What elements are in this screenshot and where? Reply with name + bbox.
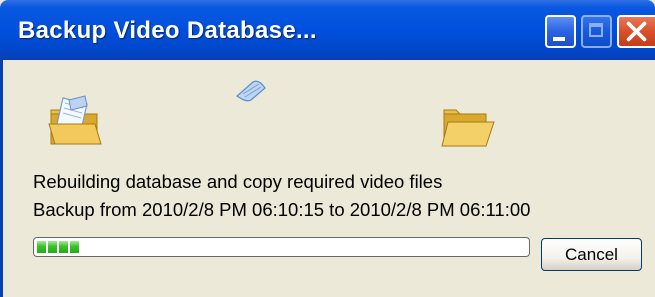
maximize-button[interactable] <box>581 15 612 48</box>
maximize-icon <box>589 23 603 37</box>
flying-paper-icon <box>236 80 266 102</box>
status-line-1: Rebuilding database and copy required vi… <box>33 171 443 192</box>
progress-segment <box>59 241 68 253</box>
progress-segment <box>48 241 57 253</box>
progress-bar <box>33 237 530 257</box>
progress-segment <box>37 241 46 253</box>
source-folder-icon <box>48 95 102 145</box>
backup-dialog: Backup Video Database... Rebuilding data… <box>0 0 655 297</box>
close-button[interactable] <box>617 15 655 48</box>
progress-fill <box>37 241 79 253</box>
status-line-2: Backup from 2010/2/8 PM 06:10:15 to 2010… <box>33 199 531 220</box>
window-title: Backup Video Database... <box>18 17 317 44</box>
progress-segment <box>70 241 79 253</box>
minimize-button[interactable] <box>545 15 576 48</box>
title-bar[interactable]: Backup Video Database... <box>0 0 655 60</box>
minimize-icon <box>553 37 565 41</box>
destination-folder-icon <box>441 109 495 147</box>
cancel-button[interactable]: Cancel <box>541 238 642 271</box>
close-icon <box>626 21 647 42</box>
